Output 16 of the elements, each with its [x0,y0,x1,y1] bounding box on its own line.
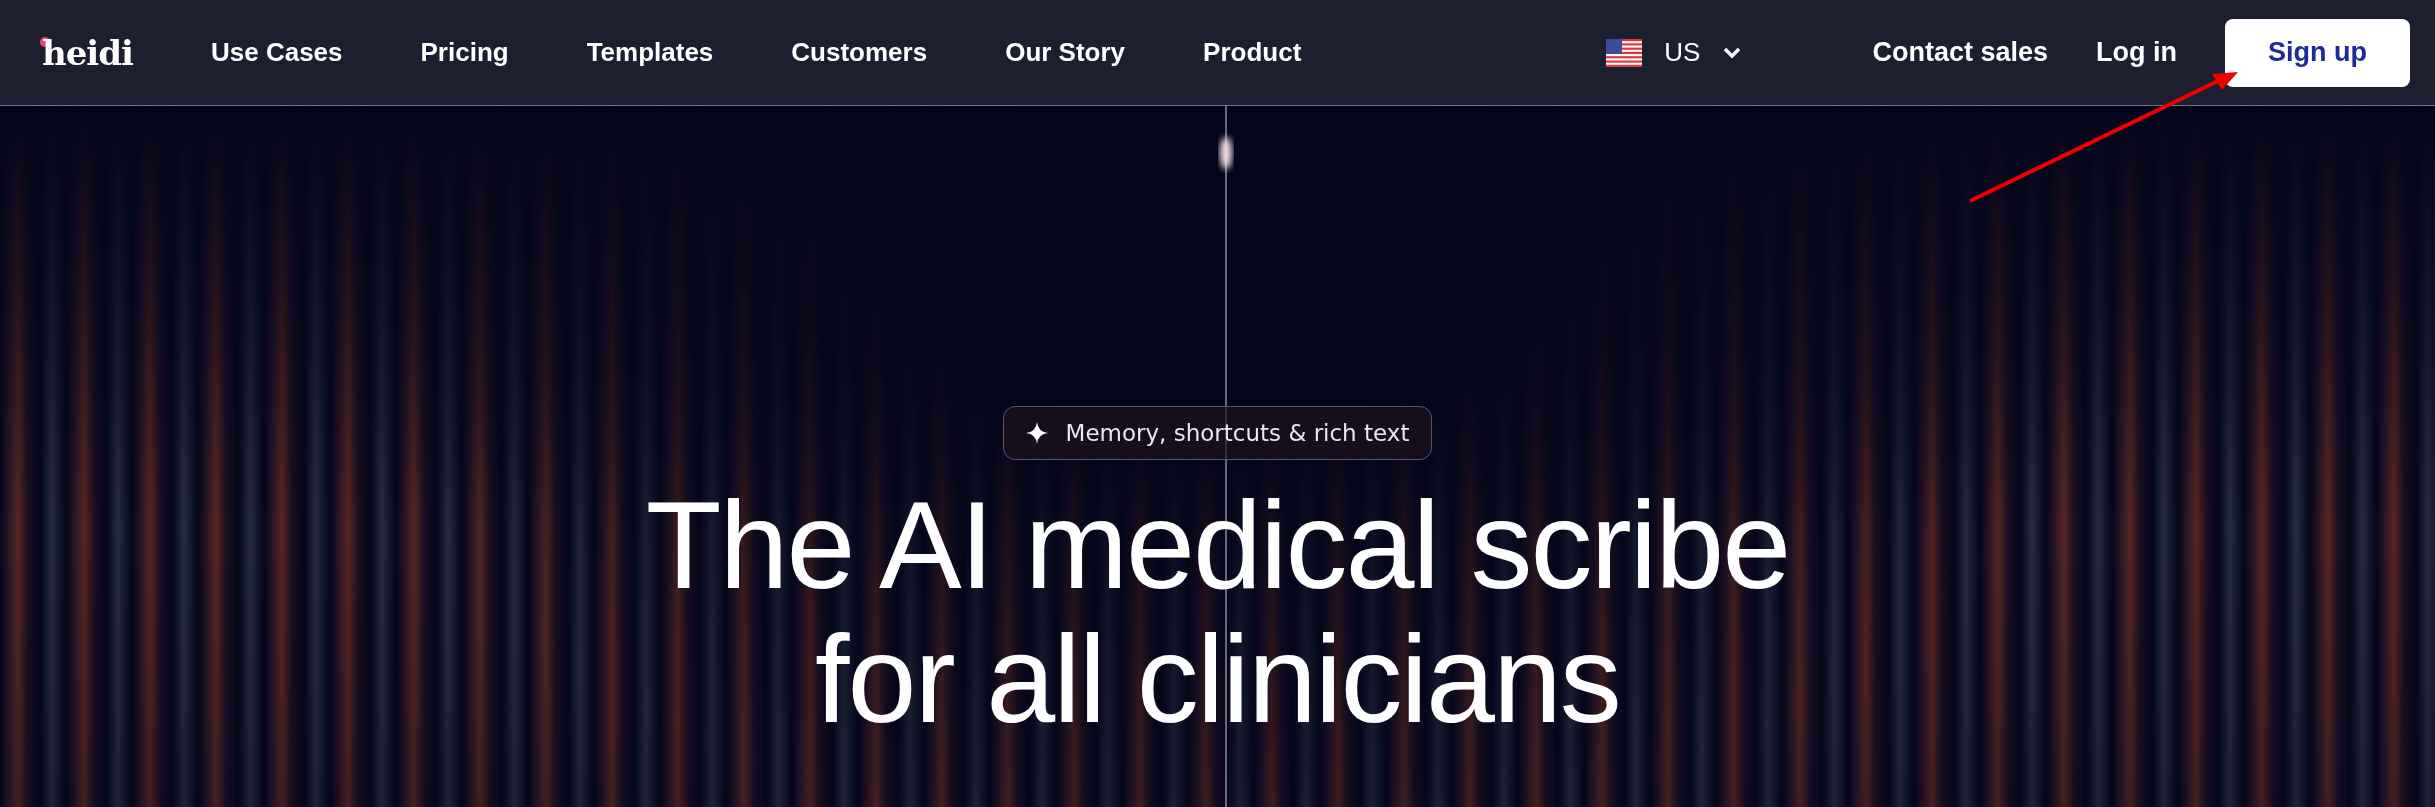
signup-button[interactable]: Sign up [2225,18,2410,87]
nav-link[interactable]: Customers [791,37,928,68]
nav-link[interactable]: Templates [586,37,714,68]
region-selector[interactable]: US [1606,37,1743,68]
logo[interactable]: heidi [40,32,133,73]
nav-link[interactable]: Product [1203,37,1302,68]
badge-text: Memory, shortcuts & rich text [1065,420,1410,446]
nav-link[interactable]: Our Story [1005,37,1126,68]
flag-icon [1606,38,1643,67]
chevron-down-icon [1722,45,1743,60]
nav-link[interactable]: Pricing [420,37,509,68]
contact-sales-link[interactable]: Contact sales [1872,37,2048,68]
nav-link[interactable]: Use Cases [210,37,343,68]
hero-heading: The AI medical scribe for all clinicians [645,478,1790,746]
sparkle-icon [1025,422,1048,444]
login-link[interactable]: Log in [2096,37,2177,68]
